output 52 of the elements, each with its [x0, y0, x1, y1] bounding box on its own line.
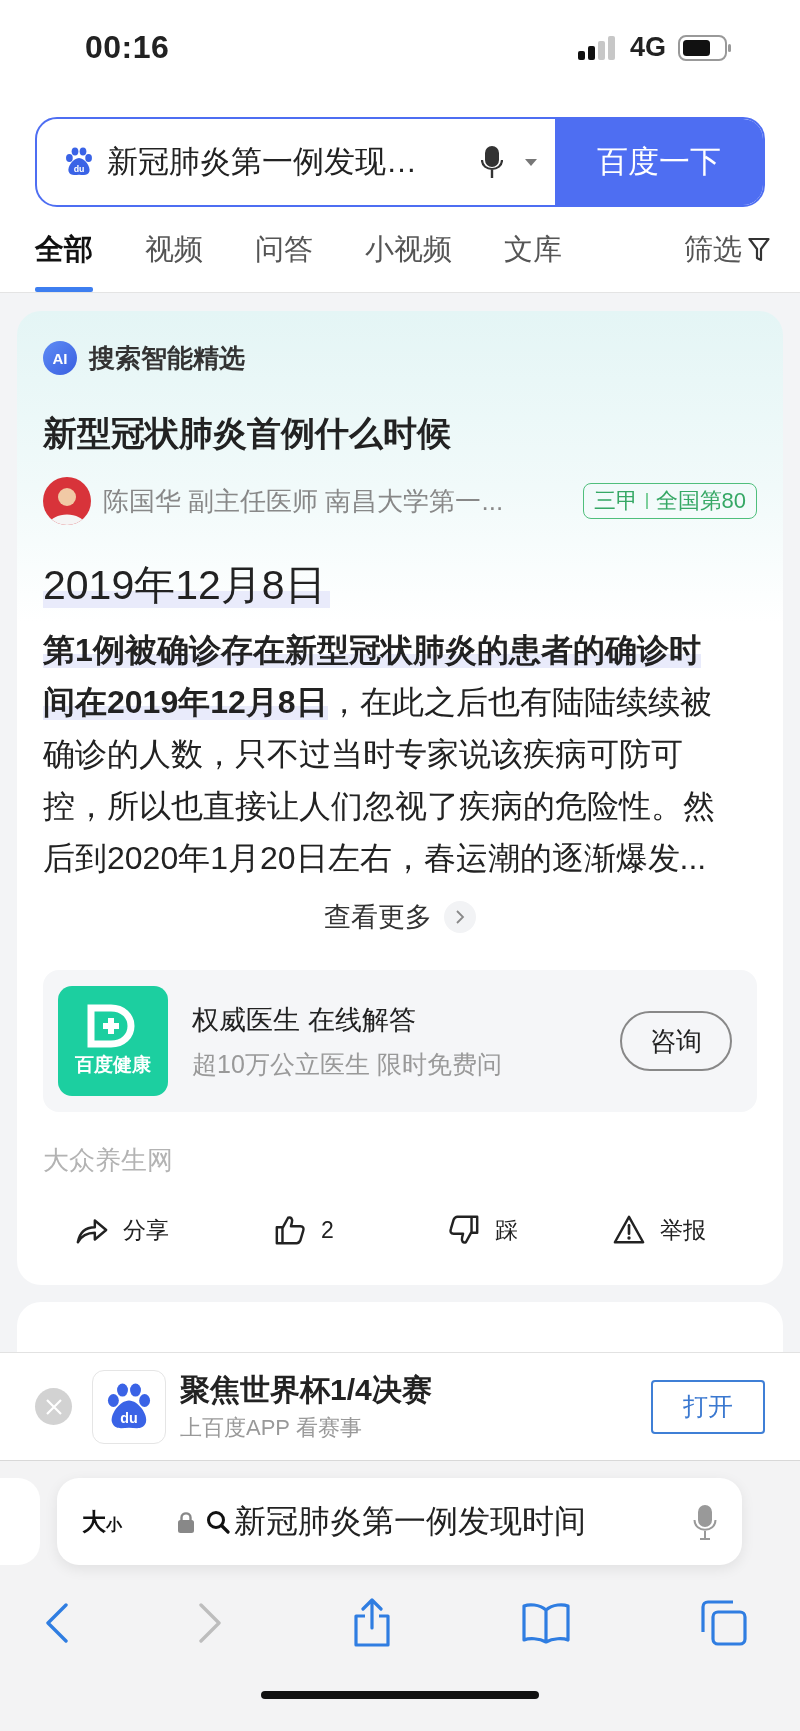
search-query[interactable]: 新冠肺炎第一例发现… — [107, 141, 417, 183]
status-time: 00:16 — [85, 29, 170, 66]
battery-icon — [678, 34, 732, 61]
warning-icon — [612, 1214, 646, 1246]
open-button[interactable]: 打开 — [651, 1379, 765, 1434]
section-header: 搜索智能精选 — [89, 341, 245, 375]
paw-icon — [107, 1383, 151, 1428]
consult-button[interactable]: 咨询 — [620, 1011, 732, 1071]
see-more-link[interactable]: 查看更多 — [324, 899, 432, 935]
logo-text: du — [120, 1409, 138, 1426]
answer-text: 第1例被确诊存在新型冠状肺炎的患者的确诊时间在2019年12月8日，在此之后也有陆陆续续被确诊的人数，只不过当时专家说该疾病可防可控，所以也直接让人们忽视了疾病的危险性。然后到2020年1月20日左右，春运潮的逐渐爆发... — [43, 631, 716, 878]
promo-subtitle: 超10万公立医生 限时免费问 — [192, 1048, 502, 1080]
logo-text: du — [73, 163, 85, 174]
chevron-right-icon[interactable] — [444, 901, 476, 933]
share-icon[interactable] — [351, 1598, 392, 1648]
banner-subtitle: 上百度APP 看赛事 — [180, 1414, 363, 1442]
share-button[interactable]: 分享 — [75, 1205, 273, 1255]
like-button[interactable]: 2 — [273, 1205, 447, 1255]
search-bar[interactable]: du 新冠肺炎第一例发现… 百度一下 — [35, 117, 765, 207]
microphone-icon[interactable] — [481, 145, 503, 179]
tab[interactable]: 视频 — [145, 207, 203, 292]
tab[interactable]: 问答 — [255, 207, 313, 292]
thumbs-down-icon — [447, 1214, 481, 1246]
dislike-button[interactable]: 踩 — [447, 1205, 612, 1255]
tab[interactable]: 文库 — [504, 207, 562, 292]
bookmarks-icon[interactable] — [520, 1602, 571, 1644]
banner-title: 聚焦世界杯1/4决赛 — [180, 1372, 432, 1408]
paw-icon — [66, 147, 92, 176]
caret-icon[interactable] — [525, 158, 537, 166]
filter-icon[interactable] — [748, 236, 770, 263]
hospital-tag: 三甲 全国第80 — [583, 483, 757, 519]
promo-card[interactable]: 百度健康 权威医生 在线解答 超10万公立医生 限时免费问 咨询 — [43, 970, 757, 1112]
logo-text: 百度健康 — [75, 1053, 151, 1077]
signal-icon — [577, 35, 618, 60]
avatar — [43, 477, 91, 525]
question-title[interactable]: 新型冠状肺炎首例什么时候 — [43, 411, 757, 455]
lock-icon — [178, 1510, 194, 1533]
back-icon[interactable] — [45, 1603, 69, 1643]
thumbs-up-icon — [273, 1214, 307, 1246]
text-size-button[interactable]: 大小 — [82, 1505, 122, 1538]
promo-title: 权威医生 在线解答 — [192, 1003, 417, 1037]
report-button[interactable]: 举报 — [612, 1205, 757, 1255]
address-text[interactable]: 新冠肺炎第一例发现时间 — [234, 1499, 586, 1544]
address-bar[interactable]: 大小 新冠肺炎第一例发现时间 — [57, 1478, 742, 1565]
filter-label[interactable]: 筛选 — [684, 229, 742, 270]
tab[interactable]: 全部 — [35, 207, 93, 292]
search-button[interactable]: 百度一下 — [555, 119, 763, 205]
tabs-icon[interactable] — [700, 1599, 748, 1647]
search-icon — [206, 1509, 230, 1534]
ai-badge: AI — [43, 341, 77, 375]
tab[interactable]: 小视频 — [365, 207, 452, 292]
network-label: 4G — [629, 32, 666, 63]
